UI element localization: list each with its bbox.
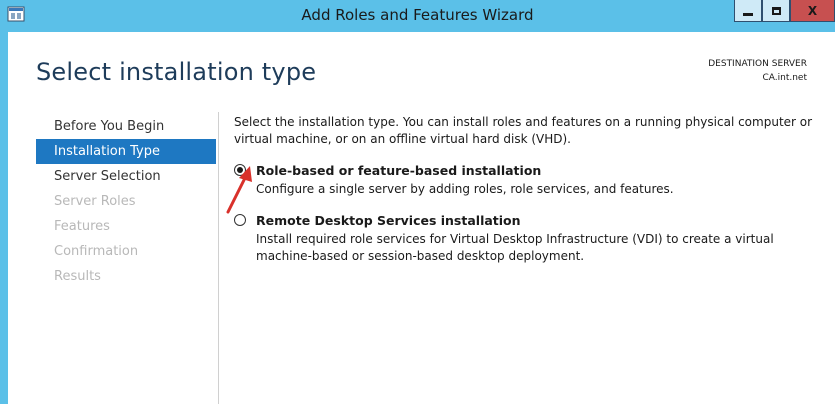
minimize-icon [743, 13, 753, 16]
close-button[interactable]: X [790, 0, 835, 22]
close-icon: X [807, 3, 818, 18]
nav-item-server-roles: Server Roles [54, 194, 136, 209]
role-based-option-description: Configure a single server by adding role… [256, 182, 674, 196]
remote-desktop-option-description: Install required role services for Virtu… [256, 232, 774, 263]
installation-type-panel: Select the installation type. You can in… [234, 114, 824, 265]
nav-item-installation-type[interactable]: Installation Type [36, 139, 216, 164]
title-bar[interactable]: Add Roles and Features Wizard X [0, 0, 835, 32]
nav-divider [218, 112, 219, 404]
role-based-option-title[interactable]: Role-based or feature-based installation [256, 162, 824, 179]
red-arrow-annotation-icon [226, 166, 252, 214]
wizard-nav: Before You Begin Installation Type Serve… [36, 114, 216, 289]
remote-desktop-option-title[interactable]: Remote Desktop Services installation [256, 212, 824, 229]
maximize-icon [771, 6, 781, 15]
nav-item-results: Results [54, 269, 101, 284]
nav-item-server-selection[interactable]: Server Selection [36, 164, 216, 189]
wizard-window: Add Roles and Features Wizard X Select i… [0, 0, 835, 404]
wizard-client-area: Select installation type DESTINATION SER… [8, 32, 835, 404]
intro-text: Select the installation type. You can in… [234, 115, 813, 146]
destination-server-value: CA.int.net [762, 73, 807, 83]
page-title: Select installation type [36, 58, 317, 86]
destination-server-label: DESTINATION SERVER [708, 59, 807, 69]
nav-item-features: Features [54, 219, 110, 234]
window-title: Add Roles and Features Wizard [301, 6, 534, 24]
nav-item-confirmation: Confirmation [54, 244, 139, 259]
role-based-option[interactable]: Role-based or feature-based installation… [234, 162, 824, 198]
nav-item-before-you-begin[interactable]: Before You Begin [36, 114, 216, 139]
maximize-button[interactable] [762, 0, 790, 22]
remote-desktop-option[interactable]: Remote Desktop Services installation Ins… [234, 212, 824, 265]
minimize-button[interactable] [734, 0, 762, 22]
